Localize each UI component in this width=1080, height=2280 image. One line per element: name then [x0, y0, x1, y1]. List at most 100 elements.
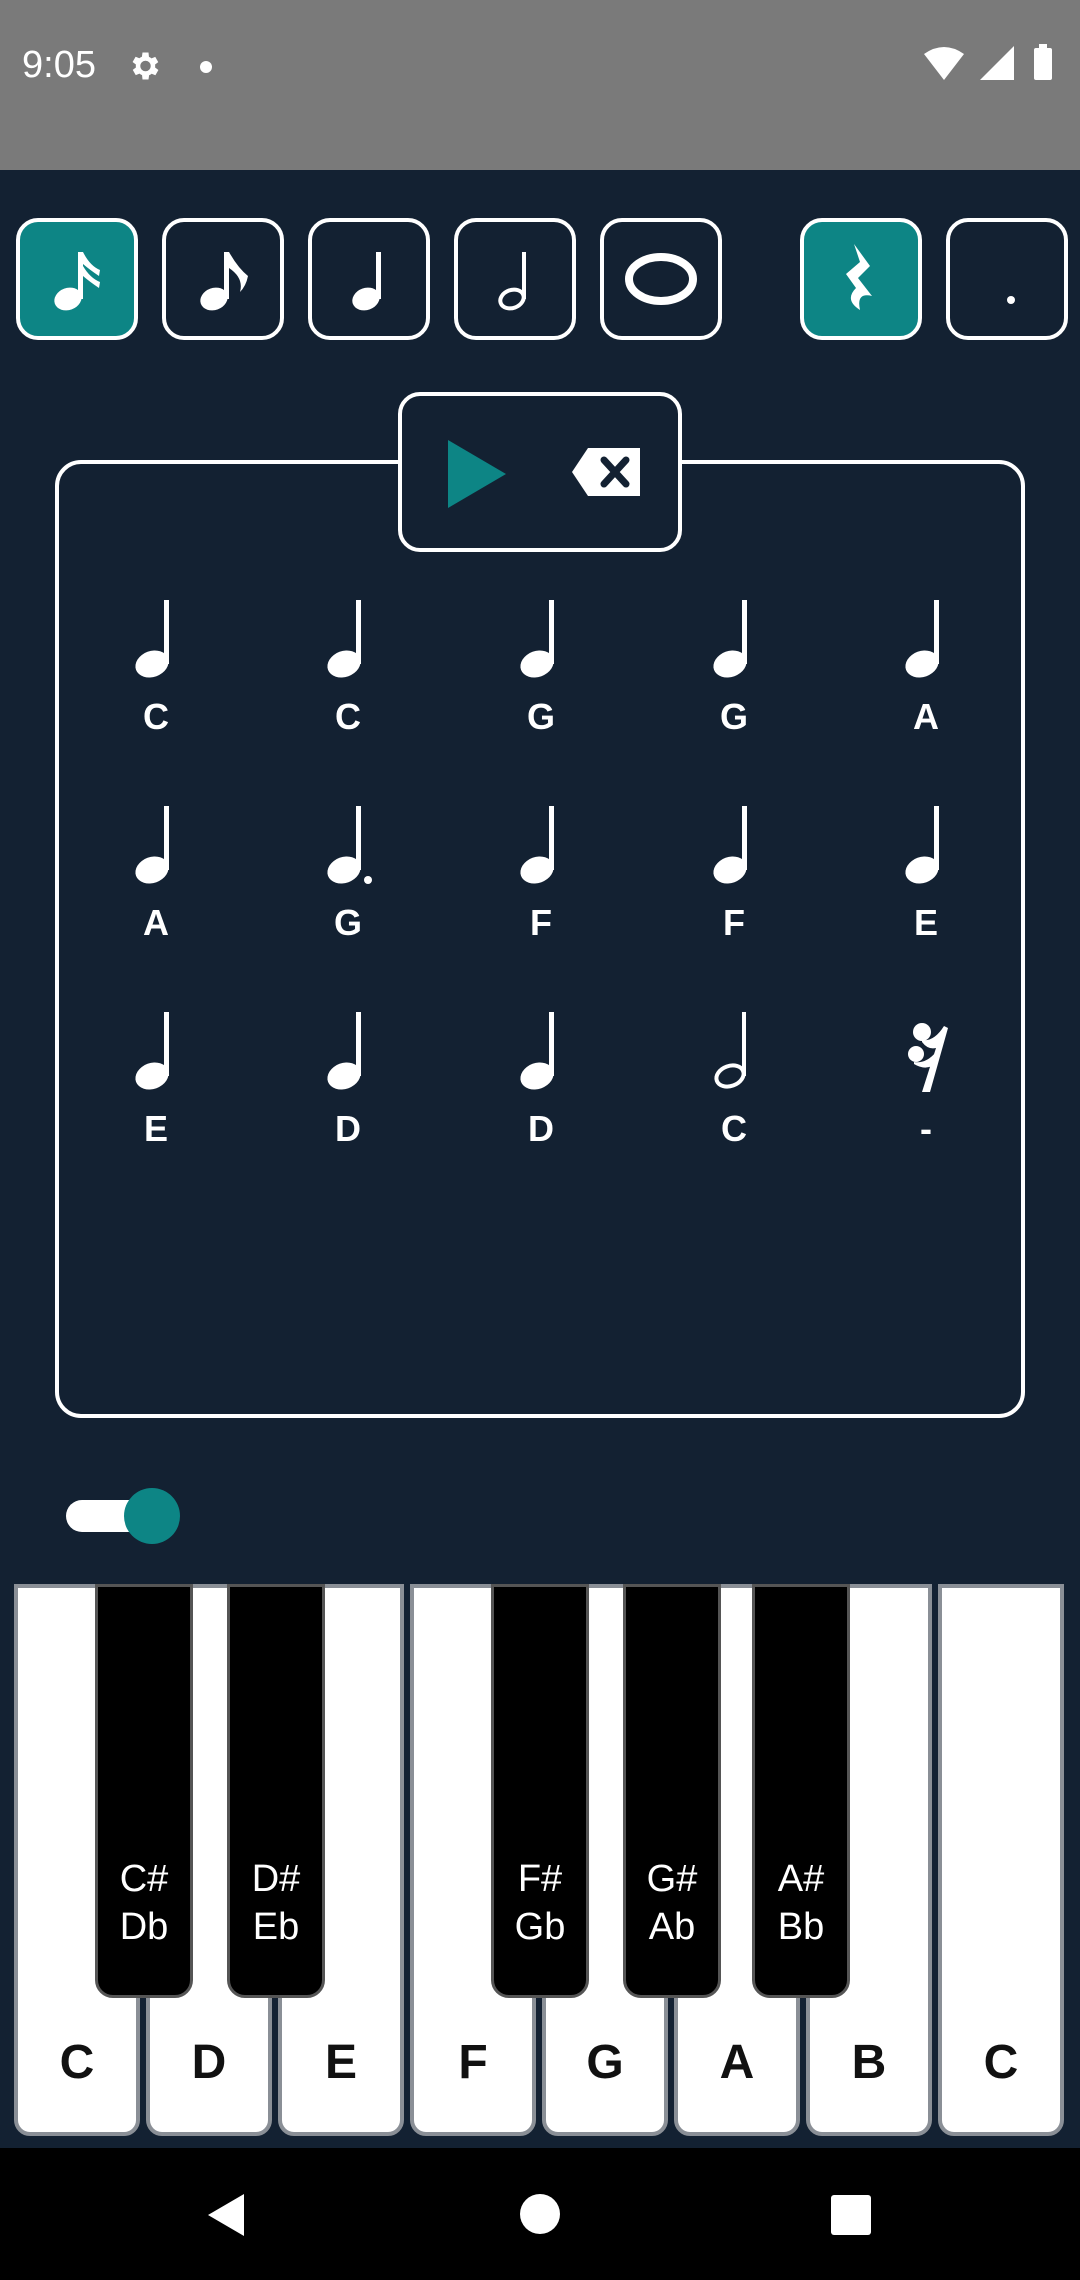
dot-icon: [1007, 296, 1015, 304]
black-key-d-sharp[interactable]: D# Eb: [227, 1584, 325, 1998]
play-icon[interactable]: [444, 438, 510, 510]
home-icon[interactable]: [518, 2192, 562, 2236]
note-item[interactable]: -: [866, 1012, 986, 1162]
quarter-note-icon: [520, 1012, 554, 1090]
recents-icon[interactable]: [830, 2194, 872, 2236]
note-label: A: [143, 902, 169, 943]
note-label: C: [143, 696, 169, 737]
key-label-sharp: D#: [251, 1858, 301, 1900]
note-label: F: [530, 902, 552, 943]
status-bar: 9:05: [0, 0, 1080, 170]
half-note-icon: [714, 1012, 746, 1089]
note-item[interactable]: A: [96, 806, 216, 956]
key-label-flat: Bb: [777, 1906, 825, 1948]
sixteenth-note-button[interactable]: [16, 218, 138, 340]
note-label: -: [920, 1108, 932, 1149]
half-note-icon: [498, 252, 526, 311]
key-label: C: [983, 2036, 1019, 2089]
toggle-switch[interactable]: [66, 1488, 180, 1544]
dot-button[interactable]: [946, 218, 1068, 340]
note-label: G: [333, 902, 362, 943]
note-label: C: [335, 696, 361, 737]
quarter-note-icon: [327, 600, 361, 678]
white-key-c-high[interactable]: C: [938, 1584, 1064, 2136]
notification-dot-icon: [200, 61, 212, 73]
key-label: F: [458, 2036, 488, 2089]
note-label: D: [528, 1108, 554, 1149]
black-key-f-sharp[interactable]: F# Gb: [491, 1584, 589, 1998]
whole-note-icon: [625, 253, 697, 305]
note-item[interactable]: D: [481, 1012, 601, 1162]
half-note-button[interactable]: [454, 218, 576, 340]
dotted-quarter-note-icon: [327, 806, 372, 884]
note-item[interactable]: E: [96, 1012, 216, 1162]
playback-controls: [398, 392, 682, 552]
key-label-flat: Db: [119, 1906, 169, 1948]
note-item[interactable]: C: [674, 1012, 794, 1162]
black-key-a-sharp[interactable]: A# Bb: [752, 1584, 850, 1998]
wifi-icon: [924, 47, 964, 80]
quarter-note-icon: [520, 806, 554, 884]
status-time: 9:05: [22, 44, 96, 86]
key-label-sharp: G#: [646, 1858, 698, 1900]
quarter-note-icon: [520, 600, 554, 678]
note-item[interactable]: F: [481, 806, 601, 956]
signal-icon: [980, 46, 1014, 80]
note-item[interactable]: G: [674, 600, 794, 750]
quarter-note-icon: [135, 806, 169, 884]
note-label: C: [721, 1108, 747, 1149]
key-label-sharp: F#: [517, 1858, 563, 1900]
note-label: G: [526, 696, 555, 737]
note-item[interactable]: C: [96, 600, 216, 750]
black-key-c-sharp[interactable]: C# Db: [95, 1584, 193, 1998]
key-label: A: [719, 2036, 755, 2089]
eighth-note-icon: [200, 252, 248, 311]
note-label: D: [335, 1108, 361, 1149]
rest-button[interactable]: [800, 218, 922, 340]
note-item[interactable]: G: [481, 600, 601, 750]
note-item[interactable]: A: [866, 600, 986, 750]
toggle-knob: [124, 1488, 180, 1544]
eighth-note-button[interactable]: [162, 218, 284, 340]
note-item[interactable]: G: [288, 806, 408, 956]
note-label: F: [723, 902, 745, 943]
back-icon[interactable]: [204, 2192, 248, 2238]
note-item[interactable]: E: [866, 806, 986, 956]
note-label: E: [913, 902, 938, 943]
quarter-note-icon: [135, 1012, 169, 1090]
quarter-note-icon: [713, 600, 747, 678]
quarter-note-icon: [713, 806, 747, 884]
quarter-note-icon: [905, 600, 939, 678]
key-label: E: [324, 2036, 357, 2089]
key-label: C: [59, 2036, 95, 2089]
key-label-sharp: C#: [119, 1858, 169, 1900]
note-item[interactable]: D: [288, 1012, 408, 1162]
quarter-note-icon: [905, 806, 939, 884]
battery-icon: [1034, 48, 1052, 80]
navigation-bar: [0, 2148, 1080, 2280]
quarter-note-icon: [135, 600, 169, 678]
note-item[interactable]: C: [288, 600, 408, 750]
key-label: B: [851, 2036, 887, 2089]
key-label-flat: Eb: [252, 1906, 300, 1948]
black-key-g-sharp[interactable]: G# Ab: [623, 1584, 721, 1998]
key-label-flat: Ab: [648, 1906, 696, 1948]
key-label-flat: Gb: [514, 1906, 566, 1948]
quarter-note-icon: [327, 1012, 361, 1090]
key-label-sharp: A#: [777, 1858, 825, 1900]
key-label: D: [191, 2036, 227, 2089]
note-label: A: [913, 696, 939, 737]
note-label: E: [143, 1108, 168, 1149]
rest-icon: [846, 244, 872, 310]
whole-note-button[interactable]: [600, 218, 722, 340]
quarter-note-icon: [352, 252, 381, 311]
backspace-icon[interactable]: [570, 446, 642, 498]
rest-icon: [908, 1023, 948, 1092]
sixteenth-note-icon: [54, 252, 100, 311]
quarter-note-button[interactable]: [308, 218, 430, 340]
note-label: G: [719, 696, 748, 737]
piano-keyboard: C D E F G A B C C# Db D# Eb F# Gb G# Ab A# Bb: [0, 1584, 1080, 2144]
note-item[interactable]: F: [674, 806, 794, 956]
key-label: G: [586, 2036, 624, 2089]
system-icons: [922, 44, 1062, 89]
